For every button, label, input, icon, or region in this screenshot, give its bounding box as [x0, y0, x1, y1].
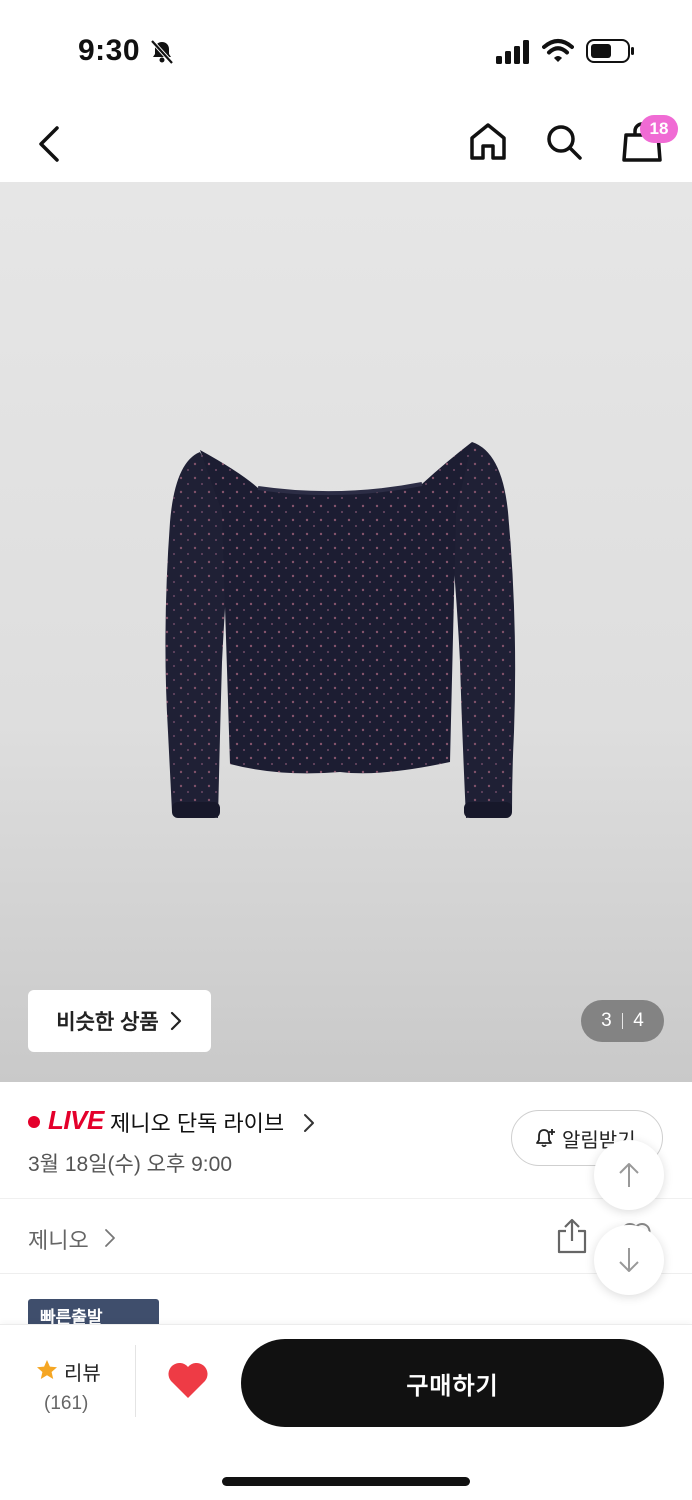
live-dot-icon	[28, 1116, 40, 1128]
live-title-link[interactable]: 제니오 단독 라이브	[110, 1106, 284, 1138]
brand-row: 제니오	[0, 1198, 692, 1274]
search-icon[interactable]	[542, 120, 586, 164]
star-icon	[37, 1360, 57, 1379]
bell-off-icon	[150, 39, 174, 65]
cellular-signal-icon	[496, 40, 529, 64]
bottom-action-bar: 리뷰 (161) 구매하기	[0, 1324, 692, 1500]
brand-name-link[interactable]: 제니오	[28, 1223, 89, 1255]
page-total: 4	[633, 1010, 644, 1031]
live-date: 3월 18일(수) 오후 9:00	[28, 1153, 232, 1176]
battery-icon	[586, 39, 634, 63]
similar-products-button[interactable]: 비슷한 상품	[28, 990, 211, 1052]
buy-button[interactable]: 구매하기	[241, 1339, 664, 1427]
back-chevron-icon[interactable]	[30, 122, 70, 166]
product-image-carousel[interactable]: 비슷한 상품 3 4	[0, 182, 692, 1082]
page-current: 3	[601, 1010, 612, 1031]
navigation-bar: 18	[0, 100, 692, 182]
image-page-indicator: 3 4	[581, 1000, 664, 1042]
chevron-right-icon[interactable]	[302, 1112, 316, 1134]
home-icon[interactable]	[466, 120, 510, 164]
review-summary-button[interactable]: 리뷰 (161)	[28, 1353, 134, 1419]
scroll-to-top-button[interactable]	[594, 1140, 664, 1210]
status-time: 9:30	[78, 34, 141, 67]
arrow-up-icon	[619, 1163, 639, 1187]
heart-icon[interactable]	[166, 1361, 210, 1401]
review-label: 리뷰	[64, 1363, 101, 1385]
share-icon[interactable]	[554, 1217, 590, 1255]
scroll-to-bottom-button[interactable]	[594, 1225, 664, 1295]
product-photo-blouse	[165, 442, 516, 818]
chevron-right-icon[interactable]	[104, 1228, 116, 1248]
review-count: (161)	[44, 1393, 89, 1414]
arrow-down-icon	[619, 1248, 639, 1272]
page-separator	[621, 1013, 624, 1029]
similar-products-label: 비슷한 상품	[56, 1011, 159, 1034]
home-indicator	[222, 1477, 470, 1486]
chevron-right-icon	[170, 1011, 181, 1031]
wifi-icon	[542, 39, 574, 62]
live-label: LIVE	[48, 1105, 104, 1135]
divider	[135, 1345, 136, 1417]
status-bar: 9:30	[0, 0, 692, 100]
live-broadcast-section: LIVE 제니오 단독 라이브 3월 18일(수) 오후 9:00 알림받기	[0, 1082, 692, 1198]
fast-shipping-badge: 빠른출발	[28, 1299, 159, 1325]
cart-count-badge: 18	[640, 115, 678, 143]
bell-plus-icon	[536, 1129, 555, 1148]
